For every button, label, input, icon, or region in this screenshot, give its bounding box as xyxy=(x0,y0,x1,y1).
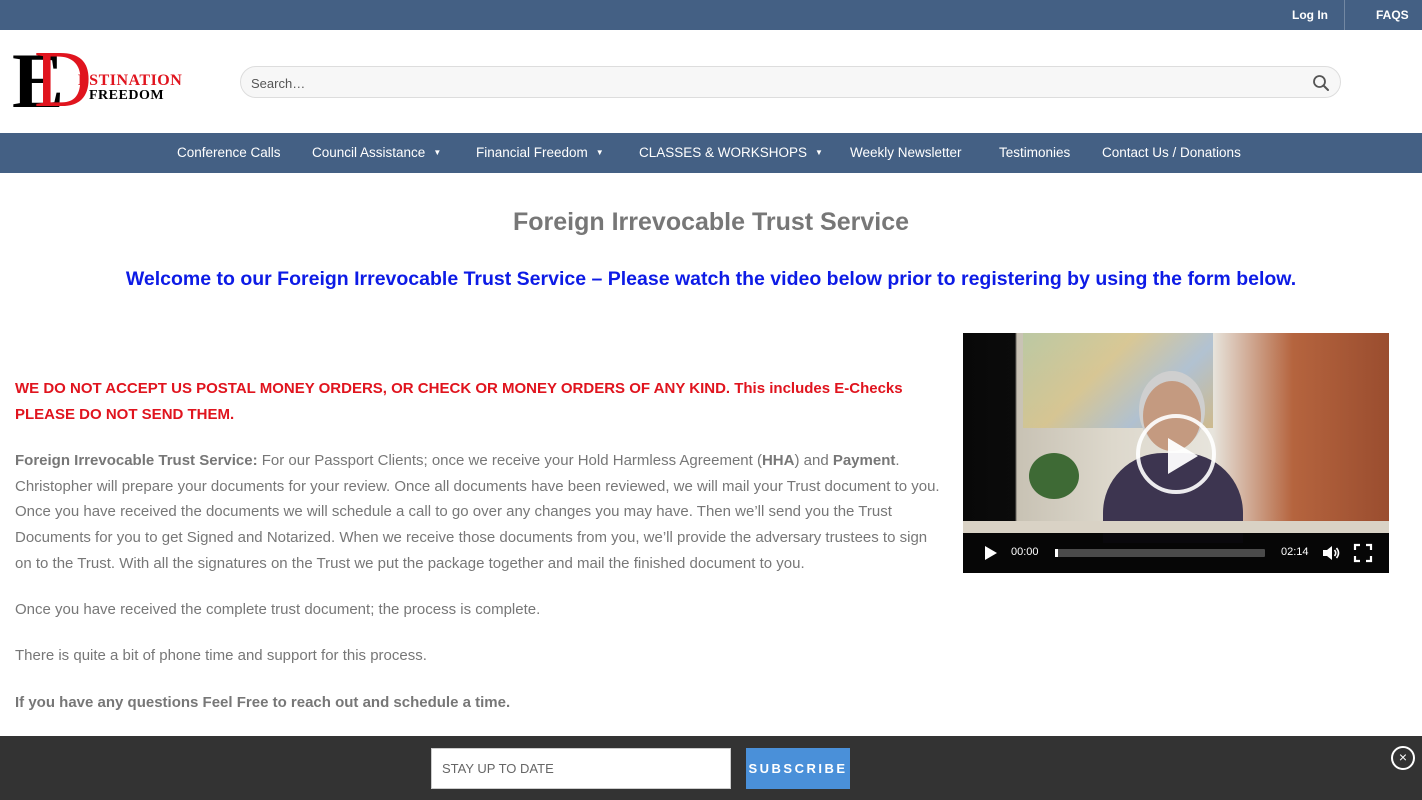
faqs-link[interactable]: FAQS xyxy=(1376,8,1409,22)
current-time: 00:00 xyxy=(1011,546,1039,558)
close-icon[interactable]: × xyxy=(1391,746,1415,770)
nav-item-label: CLASSES & WORKSHOPS xyxy=(639,145,808,160)
nav-item-financial-freedom[interactable]: Financial Freedom ▼ xyxy=(476,133,604,173)
table-image xyxy=(963,521,1389,533)
payment-warning: WE DO NOT ACCEPT US POSTAL MONEY ORDERS,… xyxy=(15,380,903,423)
nav-item-weekly-newsletter[interactable]: Weekly Newsletter xyxy=(850,133,962,173)
main-content: WE DO NOT ACCEPT US POSTAL MONEY ORDERS,… xyxy=(15,376,940,736)
questions-text-bold: If you have any questions Feel Free to r… xyxy=(15,693,511,711)
complete-text: Once you have received the complete trus… xyxy=(15,601,541,619)
chevron-down-icon: ▼ xyxy=(595,148,604,158)
hha-term: HHA xyxy=(761,452,795,469)
site-header: E D ESTINATION FREEDOM xyxy=(0,30,1422,133)
big-play-icon[interactable] xyxy=(1136,414,1216,494)
login-link[interactable]: Log In xyxy=(1292,8,1328,22)
search-input[interactable] xyxy=(251,73,1301,93)
service-text-part-3: . Christopher will prepare your document… xyxy=(15,452,940,572)
top-bar-divider xyxy=(1344,0,1345,30)
search-box xyxy=(240,66,1341,98)
nav-item-label: Council Assistance xyxy=(312,145,426,160)
nav-item-conference-calls[interactable]: Conference Calls xyxy=(177,133,281,173)
service-text-part-2: ) and xyxy=(794,452,833,469)
support-text: There is quite a bit of phone time and s… xyxy=(15,647,427,665)
top-bar: Log In FAQS xyxy=(0,0,1422,30)
play-icon[interactable] xyxy=(980,543,1000,563)
logo-text-freedom: FREEDOM xyxy=(89,88,165,103)
payment-term: Payment xyxy=(832,452,896,469)
nav-item-classes-workshops[interactable]: CLASSES & WORKSHOPS ▼ xyxy=(639,133,823,173)
nav-item-contact-donations[interactable]: Contact Us / Donations xyxy=(1102,133,1241,173)
subscribe-email-input[interactable] xyxy=(431,748,731,789)
site-logo[interactable]: E D ESTINATION FREEDOM xyxy=(12,40,182,120)
nav-item-council-assistance[interactable]: Council Assistance ▼ xyxy=(312,133,441,173)
main-nav: Conference Calls Council Assistance ▼ Fin… xyxy=(0,133,1422,173)
service-description: Foreign Irrevocable Trust Service: For o… xyxy=(15,448,940,577)
nav-item-label: Financial Freedom xyxy=(476,145,588,160)
volume-icon[interactable] xyxy=(1321,543,1341,563)
nav-item-testimonies[interactable]: Testimonies xyxy=(999,133,1070,173)
welcome-heading: Welcome to our Foreign Irrevocable Trust… xyxy=(125,268,1297,290)
video-progress-rail[interactable] xyxy=(1055,549,1265,557)
video-progress-played xyxy=(1055,549,1058,557)
nav-item-label: Testimonies xyxy=(999,145,1071,160)
nav-item-label: Weekly Newsletter xyxy=(850,145,962,160)
service-label: Foreign Irrevocable Trust Service: xyxy=(15,452,258,469)
questions-text: If you have any questions Feel Free to r… xyxy=(15,690,940,716)
duration-time: 02:14 xyxy=(1281,546,1309,558)
video-player[interactable]: 00:00 02:14 xyxy=(963,333,1389,573)
video-controls: 00:00 02:14 xyxy=(963,533,1389,573)
chevron-down-icon: ▼ xyxy=(433,148,442,158)
service-text-part-1: For our Passport Clients; once we receiv… xyxy=(257,452,762,469)
page-title: Foreign Irrevocable Trust Service xyxy=(513,208,909,236)
subscribe-bar: SUBSCRIBE × xyxy=(0,736,1422,800)
nav-item-label: Conference Calls xyxy=(177,145,281,160)
plant-image xyxy=(1029,453,1079,499)
search-icon[interactable] xyxy=(1312,74,1330,92)
chevron-down-icon: ▼ xyxy=(815,148,823,158)
fullscreen-icon[interactable] xyxy=(1353,543,1373,563)
nav-item-label: Contact Us / Donations xyxy=(1102,145,1241,160)
subscribe-button[interactable]: SUBSCRIBE xyxy=(746,748,850,789)
